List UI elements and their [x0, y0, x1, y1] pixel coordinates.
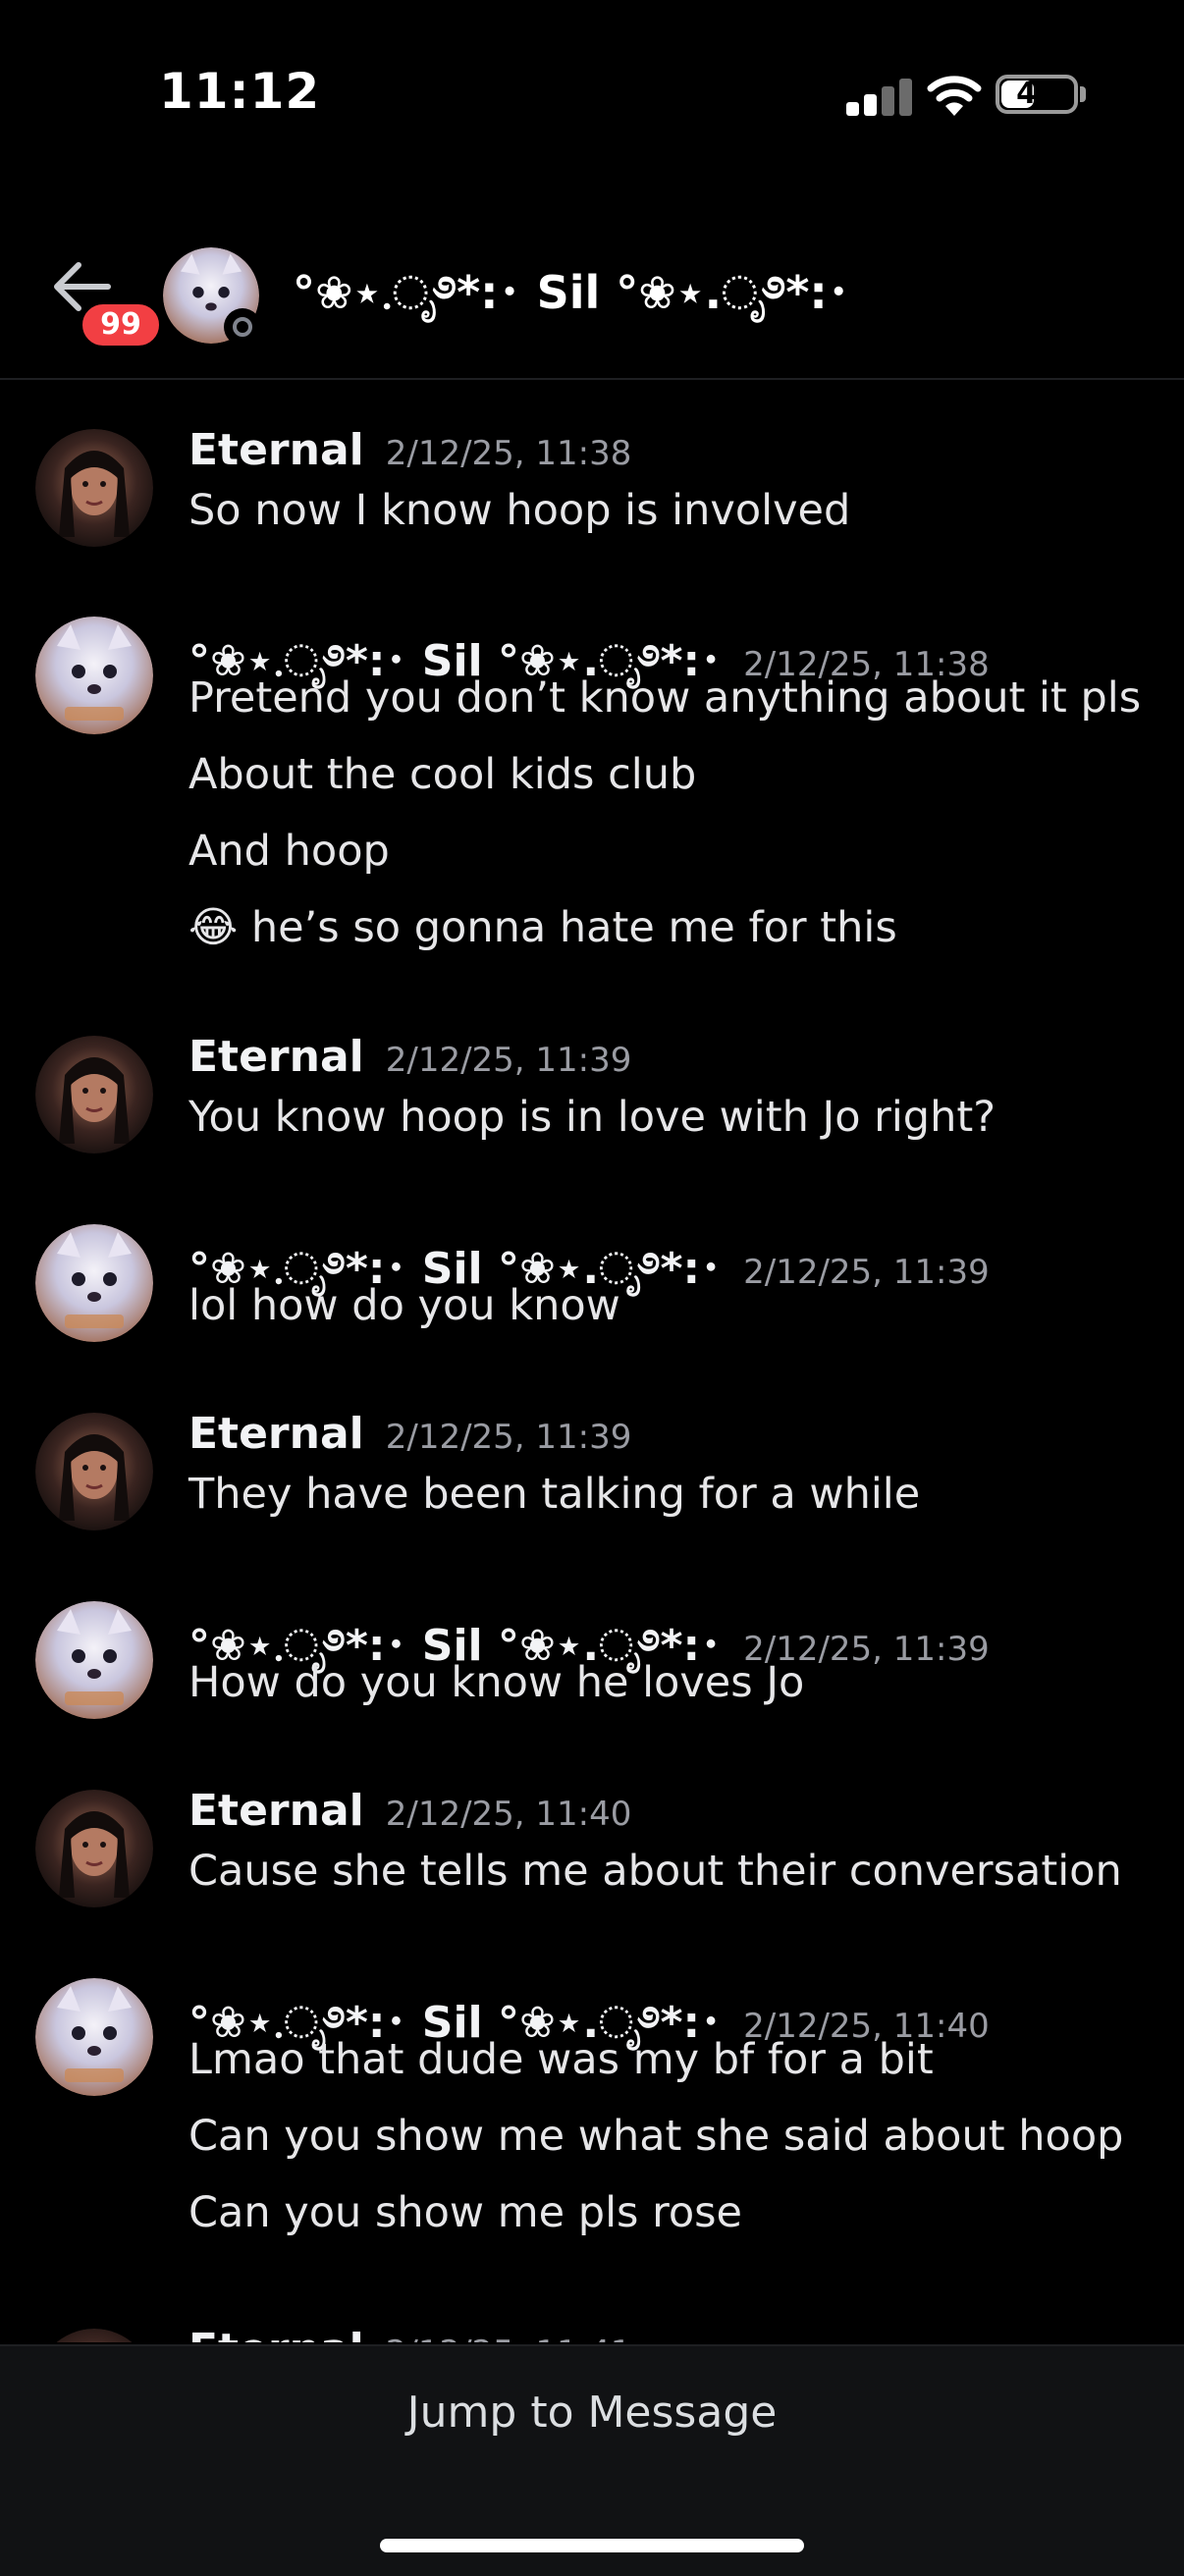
message-group[interactable]: °❀⋆.ೃ࿔*:･ Sil °❀⋆.ೃ࿔*:･ 2/12/25, 11:40 Lma…	[0, 1978, 1184, 2277]
message-author[interactable]: Eternal	[188, 1409, 364, 1459]
message-author[interactable]: Eternal	[188, 425, 364, 475]
dog-avatar-icon[interactable]	[35, 617, 153, 734]
jump-to-message-button[interactable]: Jump to Message	[0, 2388, 1184, 2438]
footer: Jump to Message	[0, 2344, 1184, 2576]
message-text[interactable]: Can you show me pls rose	[188, 2188, 742, 2237]
message-text[interactable]: About the cool kids club	[188, 750, 696, 799]
message-timestamp: 2/12/25, 11:38	[385, 434, 632, 473]
message-group[interactable]: °❀⋆.ೃ࿔*:･ Sil °❀⋆.ೃ࿔*:･ 2/12/25, 11:38 Pre…	[0, 617, 1184, 992]
battery-percent: 49	[1016, 77, 1057, 111]
message-timestamp: 2/12/25, 11:39	[743, 1253, 990, 1292]
message-group[interactable]: °❀⋆.ೃ࿔*:･ Sil °❀⋆.ೃ࿔*:･ 2/12/25, 11:39 lol…	[0, 1224, 1184, 1369]
message-author[interactable]: Eternal	[188, 1786, 364, 1836]
woman-avatar-icon[interactable]	[35, 1413, 153, 1530]
message-group[interactable]: Eternal 2/12/25, 11:39 You know hoop is in…	[0, 1032, 1184, 1181]
message-author[interactable]: Eternal	[188, 2325, 364, 2342]
message-text[interactable]: They have been talking for a while	[188, 1470, 920, 1519]
message-header: Eternal 2/12/25, 11:38	[188, 425, 631, 475]
message-text[interactable]: And hoop	[188, 827, 390, 876]
status-bar: 11:12 49	[0, 0, 1184, 196]
wifi-icon	[927, 76, 982, 116]
message-author[interactable]: Eternal	[188, 1032, 364, 1082]
channel-name[interactable]: °❀⋆.ೃ࿔*:･ Sil °❀⋆.ೃ࿔*:･	[293, 243, 850, 370]
message-timestamp: 2/12/25, 11:39	[385, 1418, 632, 1457]
message-header: Eternal 2/12/25, 11:39	[188, 1032, 631, 1082]
message-text[interactable]: Can you show me what she said about hoop	[188, 2112, 1123, 2161]
message-text[interactable]: So now I know hoop is involved	[188, 486, 850, 535]
message-header: Eternal 2/12/25, 11:40	[188, 1786, 631, 1836]
message-list[interactable]: Eternal 2/12/25, 11:38 So now I know hoop …	[0, 380, 1184, 2342]
message-group[interactable]: Eternal 2/12/25, 11:41	[0, 2325, 1184, 2342]
battery-nub	[1080, 86, 1086, 102]
message-text[interactable]: Lmao that dude was my bf for a bit	[188, 2035, 934, 2084]
message-text[interactable]: Pretend you don’t know anything about it…	[188, 673, 1141, 723]
woman-avatar-icon[interactable]	[35, 2329, 153, 2342]
cellular-signal-icon	[846, 79, 915, 116]
woman-avatar-icon[interactable]	[35, 1790, 153, 1907]
message-header: Eternal 2/12/25, 11:41	[188, 2325, 631, 2342]
home-indicator[interactable]	[380, 2539, 804, 2552]
message-group[interactable]: °❀⋆.ೃ࿔*:･ Sil °❀⋆.ೃ࿔*:･ 2/12/25, 11:39 How…	[0, 1601, 1184, 1746]
dog-avatar-icon[interactable]	[35, 1601, 153, 1719]
message-text[interactable]: lol how do you know	[188, 1281, 620, 1330]
message-header: Eternal 2/12/25, 11:39	[188, 1409, 631, 1459]
woman-avatar-icon[interactable]	[35, 429, 153, 547]
battery-icon: 49	[996, 75, 1078, 114]
message-timestamp: 2/12/25, 11:39	[385, 1041, 632, 1080]
message-text[interactable]: How do you know he loves Jo	[188, 1658, 804, 1707]
message-text[interactable]: Cause she tells me about their conversat…	[188, 1847, 1122, 1896]
message-group[interactable]: Eternal 2/12/25, 11:40 Cause she tells me …	[0, 1786, 1184, 1935]
message-text[interactable]: You know hoop is in love with Jo right?	[188, 1093, 996, 1142]
message-timestamp: 2/12/25, 11:41	[386, 2334, 632, 2342]
woman-avatar-icon[interactable]	[35, 1036, 153, 1154]
message-text[interactable]: 😂 he’s so gonna hate me for this	[188, 903, 897, 952]
dog-avatar-icon[interactable]	[35, 1978, 153, 2096]
message-group[interactable]: Eternal 2/12/25, 11:39 They have been talk…	[0, 1409, 1184, 1558]
message-group[interactable]: Eternal 2/12/25, 11:38 So now I know hoop …	[0, 425, 1184, 574]
unread-badge: 99	[79, 300, 163, 349]
status-time: 11:12	[159, 63, 321, 120]
offline-status-icon	[224, 308, 261, 346]
channel-header: 99 °❀⋆.ೃ࿔*:･ Sil °❀⋆.ೃ࿔*:･	[0, 196, 1184, 380]
dog-avatar-icon[interactable]	[35, 1224, 153, 1342]
message-timestamp: 2/12/25, 11:40	[385, 1795, 632, 1834]
